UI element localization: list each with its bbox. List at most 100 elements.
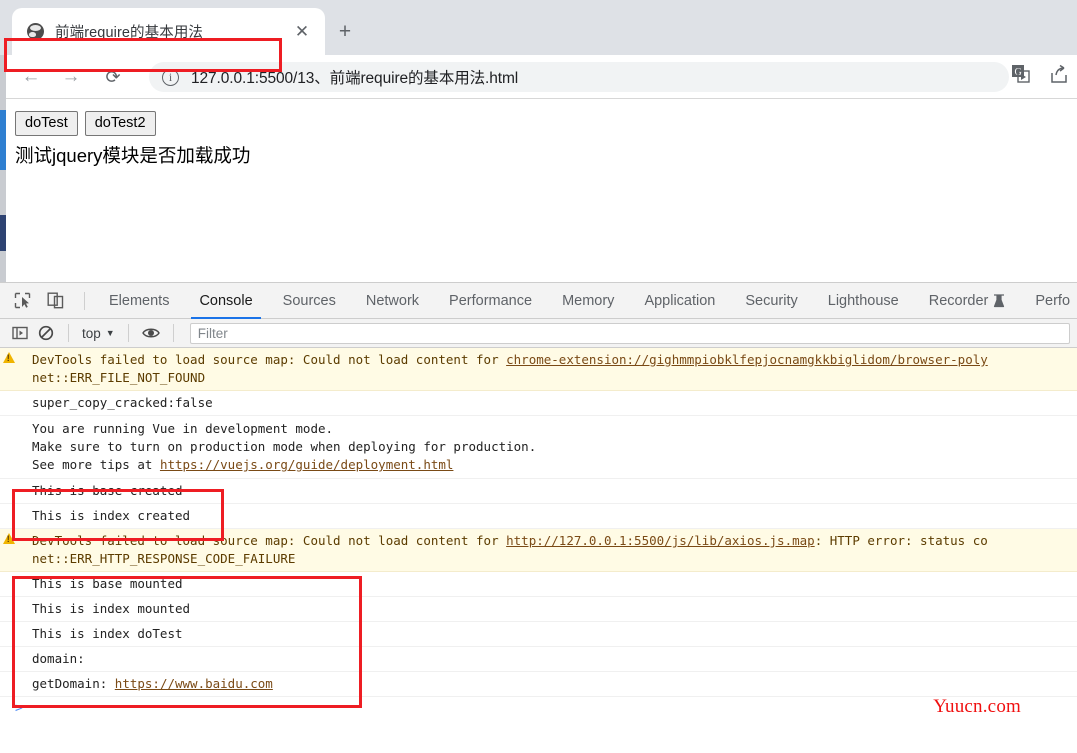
device-toolbar-icon[interactable] (42, 288, 68, 314)
filterbar-divider-2 (127, 324, 129, 342)
console-sidebar-icon[interactable] (7, 320, 33, 346)
console-row-warning: DevTools failed to load source map: Coul… (0, 348, 1077, 391)
do-test-button[interactable]: doTest (15, 111, 78, 137)
devtools-tool-icons (0, 288, 94, 314)
browser-window: 前端require的基本用法 ✕ + ← → ⟳ i 127.0.0.1:550… (0, 0, 1077, 753)
browser-toolbar: ← → ⟳ i 127.0.0.1:5500/13、前端require的基本用法… (6, 55, 1077, 98)
tab-label: Lighthouse (827, 292, 899, 309)
devtools-tabs: Elements Console Sources Network Perform… (94, 283, 1077, 319)
browser-tab[interactable]: 前端require的基本用法 ✕ (12, 8, 325, 55)
warning-icon (0, 348, 18, 390)
forward-icon[interactable]: → (56, 62, 86, 92)
vue-notice-line-1: You are running Vue in development mode. (32, 421, 334, 436)
tab-label: Perfo (1035, 292, 1071, 309)
toolbar-divider (84, 291, 85, 310)
do-test2-button[interactable]: doTest2 (84, 111, 156, 137)
tab-performance-insights[interactable]: Perfo (1020, 283, 1077, 319)
filterbar-divider-1 (68, 324, 69, 342)
clear-console-icon[interactable] (33, 320, 59, 346)
console-output[interactable]: DevTools failed to load source map: Coul… (0, 348, 1077, 753)
back-icon[interactable]: ← (16, 62, 46, 92)
console-row-vue-notice: You are running Vue in development mode.… (0, 416, 1077, 479)
console-context-selector[interactable]: top ▼ (78, 326, 119, 341)
tab-label: Application (644, 292, 716, 309)
log-text: This is index mounted (32, 601, 191, 616)
baidu-link[interactable]: https://www.baidu.com (115, 676, 273, 691)
globe-icon (27, 23, 44, 40)
log-text: This is base mounted (32, 576, 183, 591)
log-text: super_copy_cracked:false (32, 395, 213, 410)
warning-detail: net::ERR_HTTP_RESPONSE_CODE_FAILURE (32, 551, 296, 566)
axios-source-map-link[interactable]: http://127.0.0.1:5500/js/lib/axios.js.ma… (506, 533, 815, 548)
console-row-log: This is base created (0, 479, 1077, 504)
console-filter-bar: top ▼ Filter (0, 319, 1077, 348)
vue-notice-line-2: Make sure to turn on production mode whe… (32, 439, 537, 454)
tab-memory[interactable]: Memory (547, 283, 629, 319)
console-filter-input[interactable]: Filter (189, 322, 1070, 344)
live-expression-icon[interactable] (138, 320, 164, 346)
inspect-element-icon[interactable] (9, 288, 35, 314)
console-row-log: This is index mounted (0, 597, 1077, 622)
flask-icon (993, 293, 1005, 308)
log-text: domain: (32, 651, 85, 666)
devtools-panel: Elements Console Sources Network Perform… (0, 282, 1077, 753)
tab-sources[interactable]: Sources (268, 283, 351, 319)
log-text: This is base created (32, 483, 183, 498)
source-map-link[interactable]: chrome-extension://gighmmpiobklfepjocnam… (506, 352, 988, 367)
console-row-warning: DevTools failed to load source map: Coul… (0, 529, 1077, 572)
warning-text: DevTools failed to load source map: Coul… (32, 352, 507, 367)
console-row-log: super_copy_cracked:false (0, 391, 1077, 416)
console-prompt-chevron[interactable]: > (15, 701, 23, 716)
log-text: This is index created (32, 508, 191, 523)
tab-elements[interactable]: Elements (94, 283, 184, 319)
tab-label: Recorder (928, 292, 989, 309)
tab-recorder[interactable]: Recorder (914, 283, 1021, 319)
chevron-down-icon: ▼ (105, 328, 115, 338)
watermark: Yuucn.com (933, 696, 1021, 717)
translate-icon[interactable]: G (1009, 62, 1033, 86)
context-label: top (82, 325, 101, 341)
address-bar[interactable]: i 127.0.0.1:5500/13、前端require的基本用法.html (149, 62, 1009, 92)
filterbar-divider-3 (172, 324, 174, 342)
console-row-log: This is index doTest (0, 622, 1077, 647)
devtools-tab-bar: Elements Console Sources Network Perform… (0, 283, 1077, 319)
warning-text-post: : HTTP error: status co (814, 533, 988, 548)
vue-notice-line-3: See more tips at https://vuejs.org/guide… (32, 456, 1077, 474)
warning-detail: net::ERR_FILE_NOT_FOUND (32, 370, 206, 385)
tab-console[interactable]: Console (184, 283, 267, 319)
tab-lighthouse[interactable]: Lighthouse (813, 283, 914, 319)
tab-label: Elements (109, 292, 170, 309)
vue-notice-body: You are running Vue in development mode.… (32, 420, 1077, 474)
tab-label: Sources (282, 292, 336, 309)
site-info-icon[interactable]: i (162, 68, 179, 86)
close-icon[interactable]: ✕ (291, 21, 313, 43)
tab-security[interactable]: Security (730, 283, 812, 319)
tab-title: 前端require的基本用法 (55, 25, 204, 41)
new-tab-button[interactable]: + (331, 17, 359, 45)
toolbar-right-icons: G (1009, 62, 1071, 86)
tab-label: Performance (449, 292, 533, 309)
share-icon[interactable] (1047, 62, 1071, 86)
page-viewport: doTest doTest2 测试jquery模块是否加载成功 (6, 98, 1077, 282)
warning-icon (0, 529, 18, 571)
tab-label: Memory (562, 292, 615, 309)
tab-label: Security (745, 292, 798, 309)
tab-strip: 前端require的基本用法 ✕ + (6, 0, 1077, 55)
console-row-log: This is base mounted (0, 572, 1077, 597)
tab-network[interactable]: Network (351, 283, 434, 319)
tab-label: Network (365, 292, 420, 309)
log-text: getDomain: (32, 676, 115, 691)
reload-icon[interactable]: ⟳ (98, 62, 128, 92)
address-bar-url: 127.0.0.1:5500/13、前端require的基本用法.html (191, 70, 519, 87)
console-row-log: domain: (0, 647, 1077, 672)
filter-placeholder: Filter (197, 325, 228, 341)
tab-application[interactable]: Application (629, 283, 730, 319)
log-text-with-link: getDomain: https://www.baidu.com (32, 675, 1077, 693)
tab-performance[interactable]: Performance (434, 283, 547, 319)
jquery-test-text: 测试jquery模块是否加载成功 (15, 145, 251, 166)
warning-text: DevTools failed to load source map: Coul… (32, 533, 507, 548)
vue-deployment-link[interactable]: https://vuejs.org/guide/deployment.html (160, 457, 454, 472)
page-button-group: doTest doTest2 (15, 111, 156, 137)
console-row-log-link: getDomain: https://www.baidu.com (0, 672, 1077, 697)
console-row-log: This is index created (0, 504, 1077, 529)
